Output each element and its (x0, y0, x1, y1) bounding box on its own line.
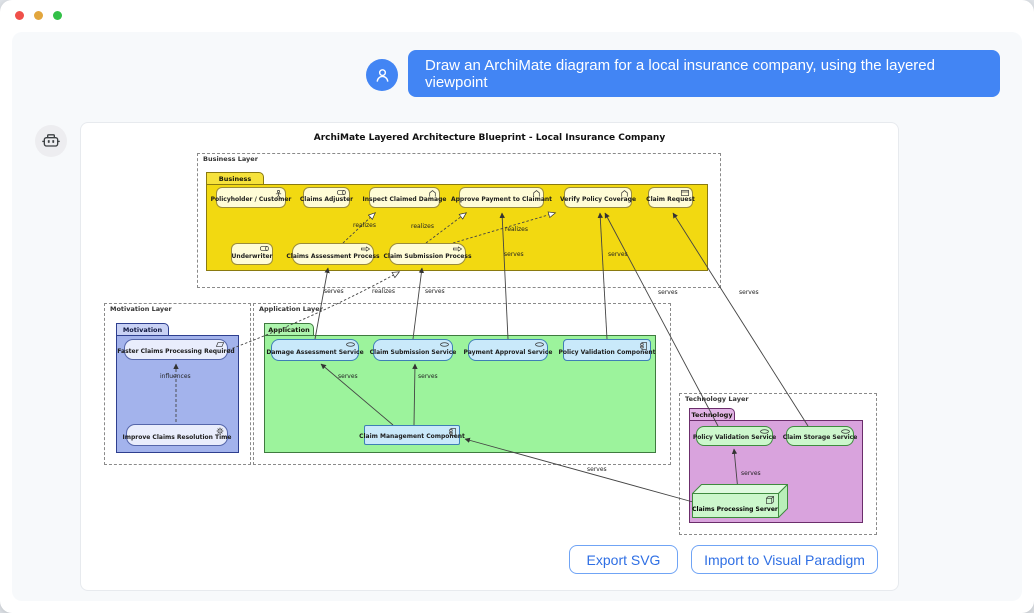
business-layer-label: Business Layer (201, 155, 260, 163)
edge-label: realizes (411, 223, 434, 230)
motivation-layer-label: Motivation Layer (108, 305, 174, 313)
edge-label: influences (160, 373, 191, 380)
assistant-avatar (35, 125, 67, 157)
chat-area: Draw an ArchiMate diagram for a local in… (12, 32, 1022, 601)
node-icon (766, 496, 774, 504)
node-improve-claims-resolution-time: Improve Claims Resolution Time (126, 424, 228, 446)
export-svg-button[interactable]: Export SVG (569, 545, 678, 574)
edge-label: serves (658, 289, 678, 296)
archimate-diagram: ArchiMate Layered Architecture Blueprint… (81, 123, 898, 590)
node-claim-request: Claim Request (648, 187, 693, 208)
edge-label: serves (418, 373, 438, 380)
service-icon (535, 342, 544, 347)
service-icon (760, 429, 769, 434)
maximize-button[interactable] (53, 11, 62, 20)
goal-icon (216, 427, 224, 435)
node-claim-submission-service: Claim Submission Service (373, 339, 453, 361)
node-claim-storage-service: Claim Storage Service (786, 426, 854, 446)
diagram-title: ArchiMate Layered Architecture Blueprint… (81, 133, 898, 143)
role-icon (260, 246, 269, 251)
assistant-response-card: ArchiMate Layered Architecture Blueprint… (80, 122, 899, 591)
node-verify-policy-coverage: Verify Policy Coverage (564, 187, 632, 208)
edge-label: serves (504, 251, 524, 258)
service-icon (440, 342, 449, 347)
node-approve-payment-to-claimant: Approve Payment to Claimant (459, 187, 544, 208)
import-visual-paradigm-button[interactable]: Import to Visual Paradigm (691, 545, 878, 574)
robot-icon (41, 131, 61, 151)
process-icon (453, 246, 462, 252)
edge-label: realizes (372, 288, 395, 295)
technology-group-label: Technology (691, 411, 732, 419)
requirement-icon (216, 342, 224, 347)
component-icon (449, 428, 456, 436)
node-policy-validation-component: Policy Validation Component (563, 339, 651, 361)
edge-label: serves (425, 288, 445, 295)
node-underwriter: Underwriter (231, 243, 273, 265)
edge-label: serves (587, 466, 607, 473)
motivation-group-label: Motivation (123, 326, 162, 334)
node-policy-validation-service: Policy Validation Service (696, 426, 773, 446)
edge-label: serves (338, 373, 358, 380)
close-button[interactable] (15, 11, 24, 20)
business-group-label: Business (219, 175, 251, 183)
node-claims-adjuster: Claims Adjuster (303, 187, 350, 208)
process-icon (361, 246, 370, 252)
user-message-bubble: Draw an ArchiMate diagram for a local in… (408, 50, 1000, 97)
minimize-button[interactable] (34, 11, 43, 20)
edge-label: serves (741, 470, 761, 477)
node-claims-processing-server: Claims Processing Server (692, 484, 788, 518)
node-claim-submission-process: Claim Submission Process (389, 243, 466, 265)
app-window: Draw an ArchiMate diagram for a local in… (0, 0, 1034, 613)
service-icon (841, 429, 850, 434)
function-icon (621, 190, 628, 197)
edge-label: realizes (353, 222, 376, 229)
role-icon (337, 190, 346, 195)
function-icon (533, 190, 540, 197)
user-message-text: Draw an ArchiMate diagram for a local in… (425, 57, 983, 91)
edge-label: serves (739, 289, 759, 296)
function-icon (429, 190, 436, 197)
service-icon (346, 342, 355, 347)
node-damage-assessment-service: Damage Assessment Service (271, 339, 359, 361)
application-layer-label: Application Layer (257, 305, 325, 313)
person-icon (374, 67, 391, 84)
edge-label: serves (324, 288, 344, 295)
node-claim-management-component: Claim Management Component (364, 425, 460, 445)
edge-label: serves (608, 251, 628, 258)
technology-layer-label: Technology Layer (683, 395, 751, 403)
node-faster-claims-processing-required: Faster Claims Processing Required (124, 339, 228, 360)
business-object-icon (681, 190, 689, 196)
actor-icon (275, 190, 282, 199)
application-group-label: Application (268, 326, 309, 334)
node-claims-assessment-process: Claims Assessment Process (292, 243, 374, 265)
edge-label: realizes (505, 226, 528, 233)
node-inspect-claimed-damage: Inspect Claimed Damage (369, 187, 440, 208)
user-avatar (366, 59, 398, 91)
component-icon (640, 342, 647, 350)
node-payment-approval-service: Payment Approval Service (468, 339, 548, 361)
node-policyholder-customer: Policyholder / Customer (216, 187, 286, 208)
